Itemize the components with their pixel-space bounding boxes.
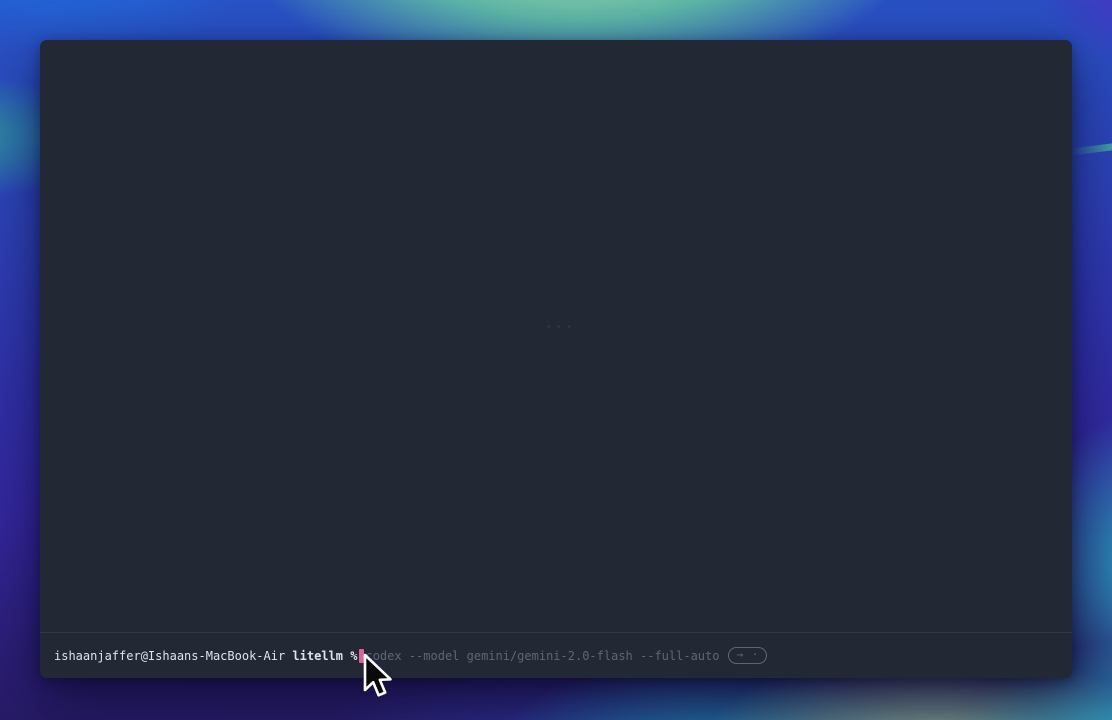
prompt-space bbox=[285, 649, 292, 663]
prompt-symbol: % bbox=[350, 649, 357, 663]
prompt-space bbox=[343, 649, 350, 663]
command-suggestion: codex --model gemini/gemini-2.0-flash --… bbox=[365, 649, 719, 663]
terminal-window[interactable]: ··· ishaanjaffer@Ishaans-MacBook-Air lit… bbox=[40, 40, 1072, 678]
wallpaper-teal-streak bbox=[1070, 143, 1112, 155]
accept-suggestion-hint-badge: → · bbox=[728, 647, 767, 664]
prompt-directory: litellm bbox=[292, 649, 343, 663]
command-input-line[interactable]: ishaanjaffer@Ishaans-MacBook-Air litellm… bbox=[40, 633, 1072, 678]
text-cursor bbox=[359, 649, 364, 663]
terminal-output-area[interactable]: ··· bbox=[40, 40, 1072, 632]
loading-ellipsis: ··· bbox=[545, 320, 576, 334]
prompt-user-host: ishaanjaffer@Ishaans-MacBook-Air bbox=[54, 649, 285, 663]
